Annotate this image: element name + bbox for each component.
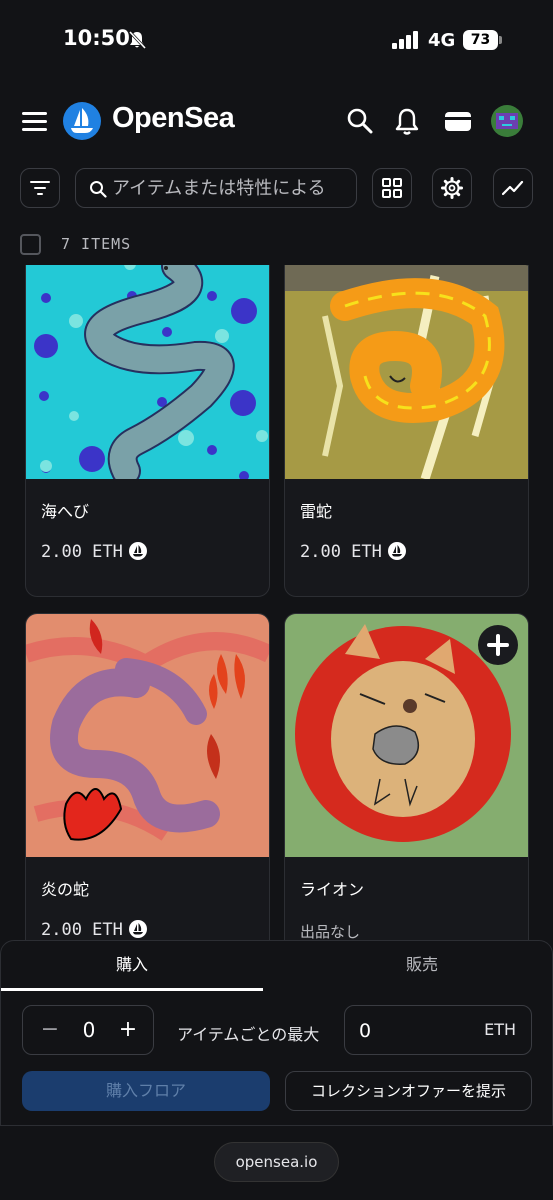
nft-image-fire-snake[interactable] — [26, 614, 269, 857]
active-tab-indicator — [1, 988, 263, 991]
activity-chart-button[interactable] — [493, 168, 533, 208]
add-to-cart-button[interactable] — [478, 625, 518, 665]
filter-icon — [30, 181, 50, 195]
battery-level: 73 — [463, 30, 498, 50]
nft-price: 2.00 ETH — [41, 920, 147, 940]
nft-name: 炎の蛇 — [41, 880, 90, 899]
currency-unit: ETH — [484, 1020, 516, 1039]
quantity-stepper: − 0 + — [22, 1005, 154, 1055]
nft-image-thunder-snake[interactable] — [285, 265, 528, 479]
tab-sell[interactable]: 販売 — [291, 941, 553, 991]
nft-card[interactable]: 雷蛇 2.00 ETH — [284, 265, 529, 597]
item-grid: 海へび 2.00 ETH 雷蛇 2.00 ETH 炎の蛇 2.00 ETH ライ… — [0, 265, 553, 945]
max-price-input[interactable] — [359, 1018, 469, 1044]
app-header: OpenSea — [0, 92, 553, 152]
items-count: 7 ITEMS — [61, 235, 132, 253]
nft-card[interactable]: 海へび 2.00 ETH — [25, 265, 270, 597]
nft-price: 2.00 ETH — [41, 542, 147, 562]
collection-offer-button[interactable]: コレクションオファーを提示 — [285, 1071, 532, 1111]
search-box — [75, 168, 357, 208]
search-icon[interactable] — [343, 104, 377, 138]
nft-card[interactable]: 炎の蛇 2.00 ETH — [25, 613, 270, 945]
nft-name: 海へび — [41, 502, 90, 521]
max-price-field: ETH — [344, 1005, 532, 1055]
nft-name: 雷蛇 — [300, 502, 333, 521]
buy-floor-button[interactable]: 購入フロア — [22, 1071, 270, 1111]
trending-chart-icon — [502, 180, 524, 196]
wallet-icon[interactable] — [441, 104, 475, 138]
bell-slash-icon — [128, 30, 146, 50]
filter-button[interactable] — [20, 168, 60, 208]
purchase-panel: 購入 販売 − 0 + アイテムごとの最大 ETH 購入フロア コレクションオフ… — [0, 940, 553, 1126]
opensea-logo-icon[interactable] — [63, 102, 101, 140]
max-per-item-label: アイテムごとの最大 — [177, 1025, 320, 1044]
opensea-badge-icon — [387, 542, 406, 560]
settings-button[interactable] — [432, 168, 472, 208]
nft-listing-status: 出品なし — [300, 923, 361, 941]
hamburger-menu-icon[interactable] — [22, 110, 48, 132]
user-avatar[interactable] — [490, 104, 524, 138]
increment-button[interactable]: + — [113, 1014, 143, 1046]
browser-bar: opensea.io — [0, 1126, 553, 1200]
plus-icon — [487, 634, 509, 656]
toolbar — [0, 166, 553, 212]
search-icon — [90, 181, 107, 198]
cellular-signal-icon — [392, 31, 418, 49]
status-time: 10:50 — [63, 26, 130, 50]
grid-view-icon — [382, 178, 402, 198]
search-input[interactable] — [112, 170, 352, 206]
tab-buy[interactable]: 購入 — [1, 941, 263, 991]
nft-name: ライオン — [300, 880, 365, 899]
decrement-button[interactable]: − — [35, 1014, 65, 1046]
grid-view-button[interactable] — [372, 168, 412, 208]
nft-card[interactable]: ライオン 出品なし — [284, 613, 529, 945]
battery-icon: 73 — [463, 30, 503, 50]
network-type: 4G — [428, 30, 456, 51]
nft-image-sea-serpent[interactable] — [26, 265, 269, 479]
brand-name[interactable]: OpenSea — [112, 102, 235, 135]
opensea-badge-icon — [128, 920, 147, 938]
opensea-badge-icon — [128, 542, 147, 560]
status-bar: 10:50 4G 73 — [0, 0, 553, 80]
notification-bell-icon[interactable] — [390, 104, 424, 138]
gear-icon — [441, 177, 463, 199]
quantity-value[interactable]: 0 — [78, 1018, 100, 1042]
items-row: 7 ITEMS — [0, 230, 553, 258]
nft-price: 2.00 ETH — [300, 542, 406, 562]
url-bar[interactable]: opensea.io — [214, 1142, 339, 1182]
select-all-checkbox[interactable] — [20, 234, 41, 255]
